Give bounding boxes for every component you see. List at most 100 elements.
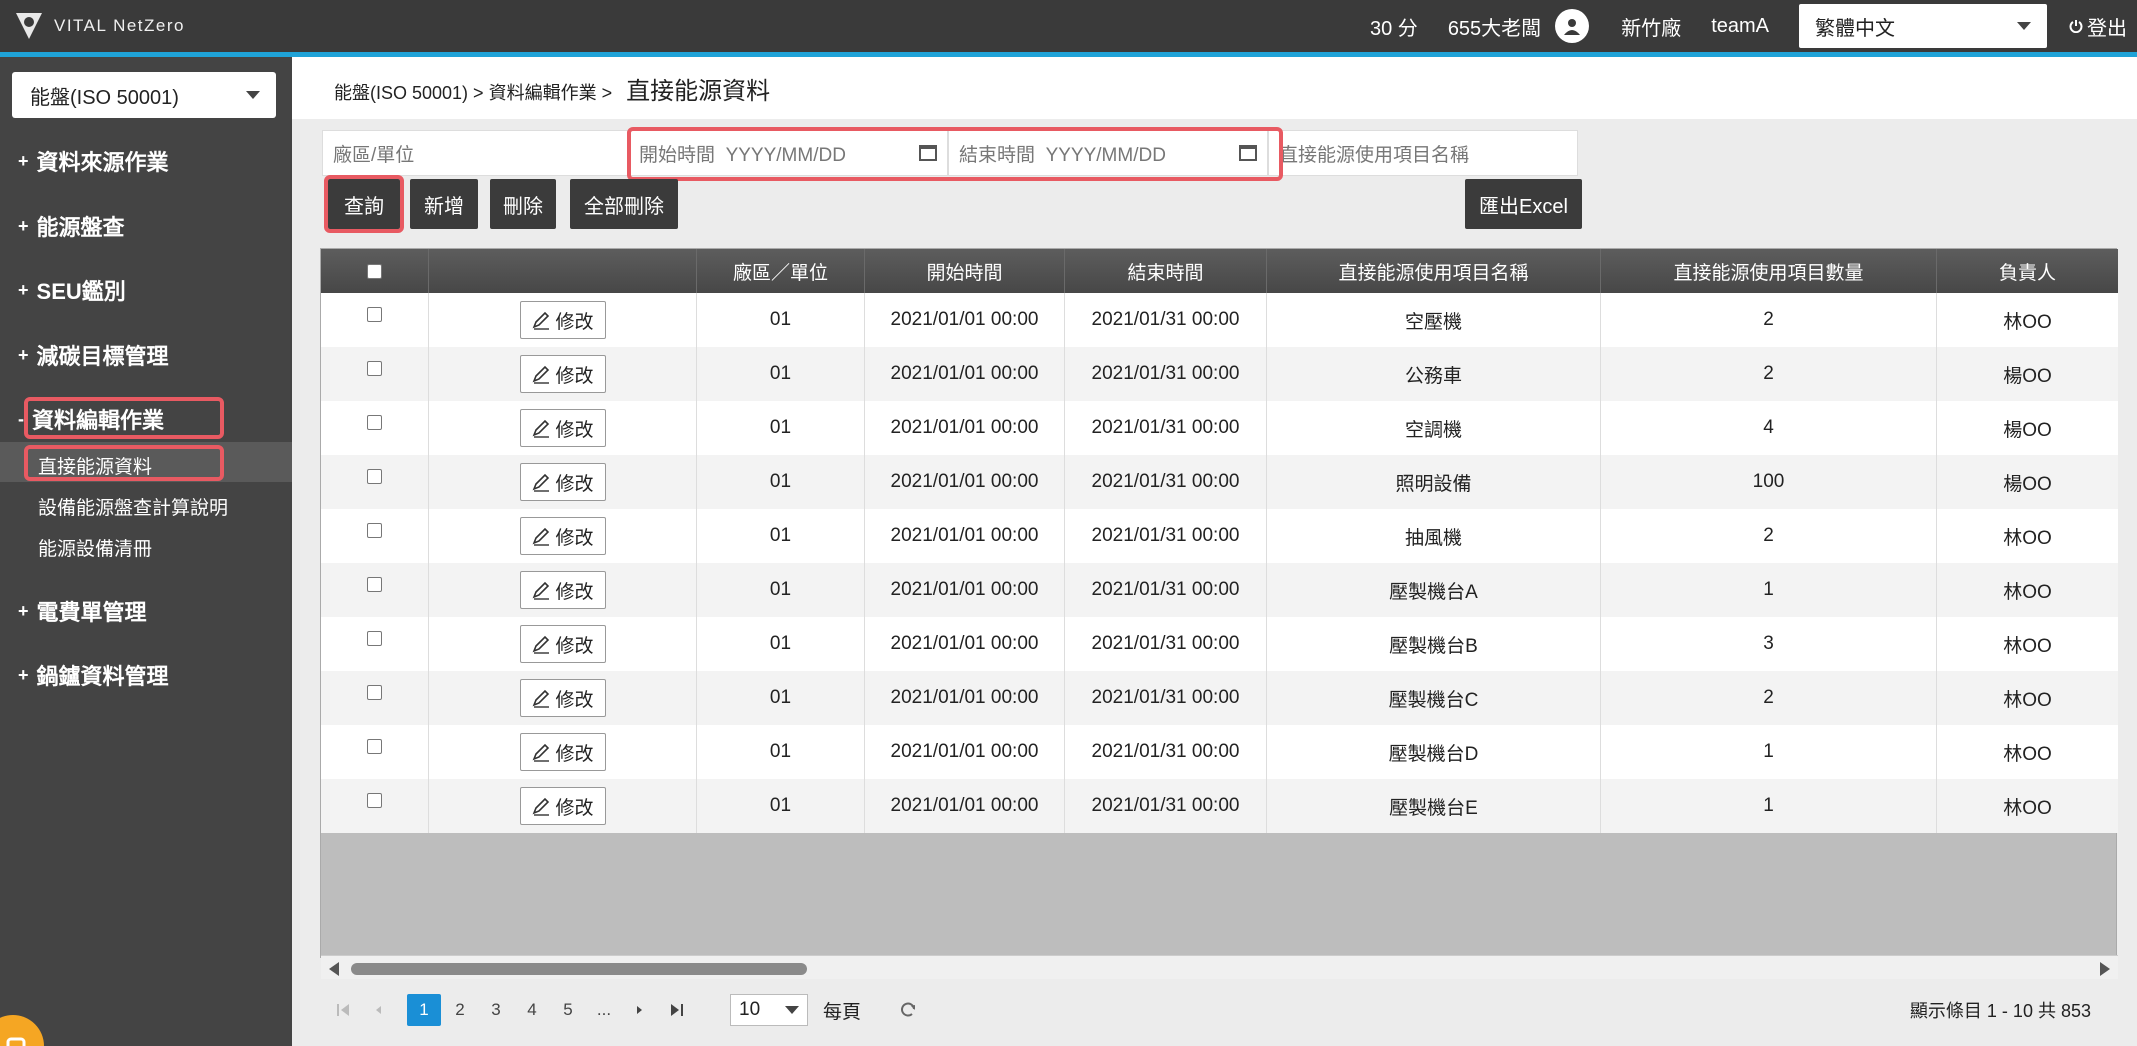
export-excel-button[interactable]: 匯出Excel bbox=[1465, 179, 1582, 229]
sidebar-group-seu[interactable]: + SEU鑑別 bbox=[18, 274, 126, 306]
cell-qty: 1 bbox=[1601, 725, 1937, 779]
cell-site: 01 bbox=[697, 347, 865, 401]
scroll-right-icon[interactable] bbox=[2100, 962, 2110, 976]
horizontal-scrollbar[interactable] bbox=[321, 955, 2118, 979]
cell-start: 2021/01/01 00:00 bbox=[865, 617, 1065, 671]
row-checkbox[interactable] bbox=[367, 469, 382, 484]
item-name-input[interactable]: 直接能源使用項目名稱 bbox=[1268, 130, 1578, 176]
row-checkbox[interactable] bbox=[367, 415, 382, 430]
cell-start: 2021/01/01 00:00 bbox=[865, 725, 1065, 779]
language-select[interactable]: 繁體中文 bbox=[1799, 4, 2047, 48]
select-all-checkbox[interactable] bbox=[367, 263, 382, 279]
cell-owner: 林OO bbox=[2003, 797, 2052, 819]
edit-button[interactable]: 修改 bbox=[519, 571, 606, 609]
sidebar-group-energy-audit[interactable]: + 能源盤查 bbox=[18, 210, 125, 242]
page-2[interactable]: 2 bbox=[450, 994, 470, 1026]
cell-qty: 1 bbox=[1601, 563, 1937, 617]
row-checkbox[interactable] bbox=[367, 361, 382, 376]
cell-start: 2021/01/01 00:00 bbox=[865, 779, 1065, 833]
edit-button[interactable]: 修改 bbox=[519, 301, 606, 339]
last-page-icon[interactable] bbox=[666, 994, 686, 1026]
site-unit-input[interactable]: 廠區/單位 bbox=[322, 130, 628, 176]
header-qty[interactable]: 直接能源使用項目數量 bbox=[1601, 249, 1937, 293]
sidebar-group-label: 能源盤查 bbox=[36, 215, 125, 240]
cell-end: 2021/01/31 00:00 bbox=[1065, 671, 1267, 725]
row-select-cell bbox=[321, 617, 429, 671]
cell-site: 01 bbox=[697, 455, 865, 509]
edit-button[interactable]: 修改 bbox=[519, 463, 606, 501]
row-actions-cell: 修改 bbox=[429, 293, 697, 347]
cell-owner: 林OO bbox=[2003, 689, 2052, 711]
cell-name: 壓製機台D bbox=[1267, 725, 1601, 779]
page-4[interactable]: 4 bbox=[522, 994, 542, 1026]
chevron-down-icon bbox=[2017, 22, 2031, 30]
sidebar-group-electric-bill[interactable]: + 電費單管理 bbox=[18, 595, 147, 627]
edit-button[interactable]: 修改 bbox=[519, 409, 606, 447]
user-avatar-icon[interactable] bbox=[1555, 9, 1590, 43]
row-checkbox[interactable] bbox=[367, 685, 382, 700]
header-end[interactable]: 結束時間 bbox=[1065, 249, 1267, 293]
edit-label: 修改 bbox=[555, 635, 594, 657]
delete-all-button[interactable]: 全部刪除 bbox=[570, 179, 678, 229]
logout-button[interactable]: 登出 bbox=[2069, 12, 2127, 41]
plus-icon: + bbox=[18, 664, 29, 685]
page-1[interactable]: 1 bbox=[407, 994, 441, 1026]
pencil-icon bbox=[533, 635, 550, 654]
header-site[interactable]: 廠區／單位 bbox=[697, 249, 865, 293]
chevron-down-icon bbox=[785, 1006, 799, 1014]
edit-button[interactable]: 修改 bbox=[519, 679, 606, 717]
cell-name: 空壓機 bbox=[1267, 293, 1601, 347]
delete-button[interactable]: 刪除 bbox=[490, 179, 556, 229]
row-checkbox[interactable] bbox=[367, 307, 382, 322]
plus-icon: + bbox=[18, 344, 29, 365]
first-page-icon[interactable] bbox=[334, 994, 354, 1026]
cell-start: 2021/01/01 00:00 bbox=[865, 671, 1065, 725]
row-checkbox[interactable] bbox=[367, 577, 382, 592]
row-select-cell bbox=[321, 401, 429, 455]
table-row: 修改 01 2021/01/01 00:00 2021/01/31 00:00 壓製機台… bbox=[321, 725, 2118, 779]
module-select[interactable]: 能盤(ISO 50001) bbox=[12, 72, 276, 118]
cell-site: 01 bbox=[697, 401, 865, 455]
site-name: 新竹廠 bbox=[1621, 17, 1682, 40]
cell-qty: 3 bbox=[1601, 617, 1937, 671]
refresh-icon[interactable] bbox=[896, 994, 920, 1026]
scroll-left-icon[interactable] bbox=[329, 962, 339, 976]
header-name[interactable]: 直接能源使用項目名稱 bbox=[1267, 249, 1601, 293]
score-text: 30 分 bbox=[1370, 17, 1418, 40]
sidebar-item-equipment-list[interactable]: 能源設備清冊 bbox=[38, 534, 152, 561]
chat-icon[interactable] bbox=[0, 1015, 44, 1046]
next-page-icon[interactable] bbox=[630, 994, 650, 1026]
add-button[interactable]: 新增 bbox=[410, 179, 478, 229]
edit-button[interactable]: 修改 bbox=[519, 733, 606, 771]
breadcrumb: 能盤(ISO 50001) > 資料編輯作業 > 直接能源資料 bbox=[334, 71, 770, 106]
row-checkbox[interactable] bbox=[367, 739, 382, 754]
header-start[interactable]: 開始時間 bbox=[865, 249, 1065, 293]
sidebar-group-data-source[interactable]: + 資料來源作業 bbox=[18, 145, 169, 177]
edit-button[interactable]: 修改 bbox=[519, 355, 606, 393]
row-checkbox[interactable] bbox=[367, 631, 382, 646]
edit-button[interactable]: 修改 bbox=[519, 787, 606, 825]
page-size-select[interactable]: 10 bbox=[730, 994, 808, 1026]
sidebar-group-boiler[interactable]: + 鍋鑪資料管理 bbox=[18, 659, 169, 691]
page-3[interactable]: 3 bbox=[486, 994, 506, 1026]
breadcrumb-path[interactable]: 能盤(ISO 50001) > 資料編輯作業 > bbox=[334, 79, 612, 105]
row-actions-cell: 修改 bbox=[429, 509, 697, 563]
edit-button[interactable]: 修改 bbox=[519, 517, 606, 555]
sidebar-group-carbon-target[interactable]: + 減碳目標管理 bbox=[18, 339, 169, 371]
scroll-thumb[interactable] bbox=[351, 963, 807, 975]
page-ellipsis[interactable]: ... bbox=[592, 994, 616, 1026]
header-owner[interactable]: 負責人 bbox=[1937, 249, 2118, 293]
edit-button[interactable]: 修改 bbox=[519, 625, 606, 663]
row-checkbox[interactable] bbox=[367, 523, 382, 538]
prev-page-icon[interactable] bbox=[368, 994, 388, 1026]
cell-name: 壓製機台B bbox=[1267, 617, 1601, 671]
sidebar-item-equipment-calc[interactable]: 設備能源盤查計算說明 bbox=[38, 493, 228, 520]
row-actions-cell: 修改 bbox=[429, 455, 697, 509]
cell-site: 01 bbox=[697, 617, 865, 671]
page-5[interactable]: 5 bbox=[558, 994, 578, 1026]
app-logo[interactable]: VITAL NetZero bbox=[12, 8, 185, 44]
table-row: 修改 01 2021/01/01 00:00 2021/01/31 00:00 壓製機台… bbox=[321, 617, 2118, 671]
sidebar-group-label: 資料來源作業 bbox=[36, 150, 169, 175]
cell-site: 01 bbox=[697, 509, 865, 563]
row-checkbox[interactable] bbox=[367, 793, 382, 808]
